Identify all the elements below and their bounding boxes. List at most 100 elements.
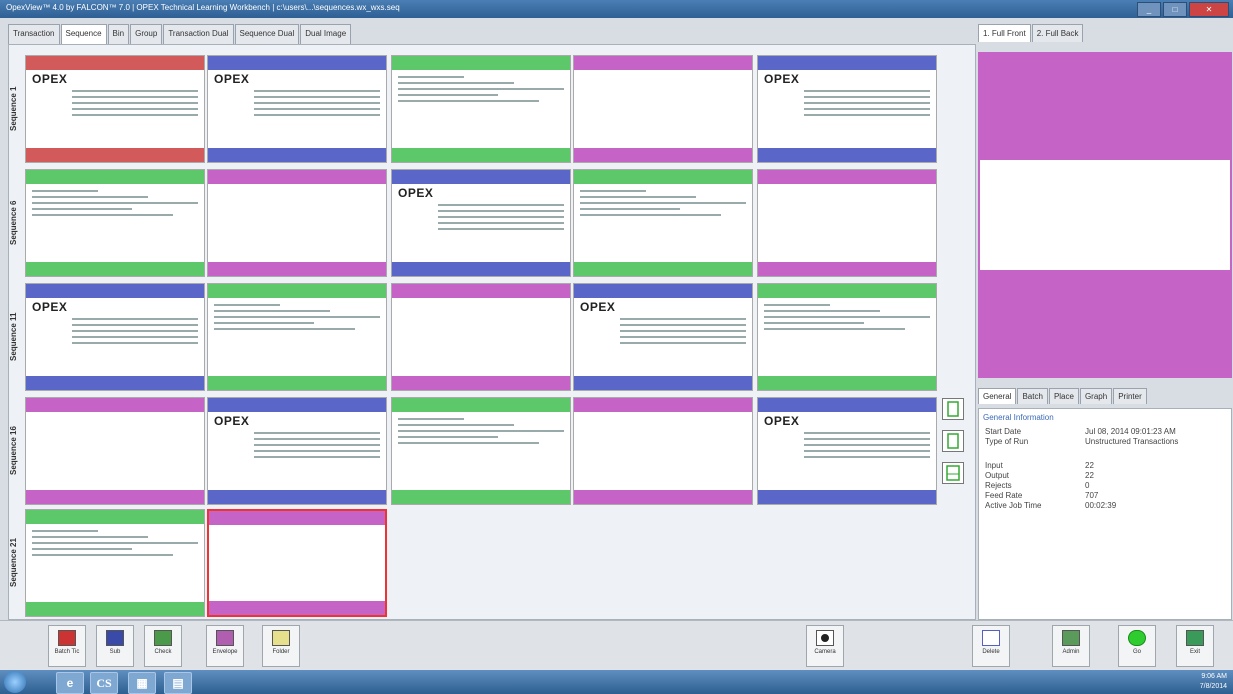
document-thumbnail[interactable] bbox=[207, 169, 387, 277]
category-band bbox=[26, 262, 204, 276]
document-thumbnail[interactable]: OPEX bbox=[207, 55, 387, 163]
category-band bbox=[208, 376, 386, 390]
check-lines bbox=[764, 304, 930, 330]
tab-group[interactable]: Group bbox=[130, 24, 163, 44]
tab-full-back[interactable]: 2. Full Back bbox=[1031, 24, 1084, 42]
document-thumbnail[interactable]: OPEX bbox=[757, 397, 937, 505]
check-button[interactable]: Check bbox=[144, 625, 182, 667]
document-image: OPEX bbox=[32, 72, 198, 146]
envelope-button[interactable]: Envelope bbox=[206, 625, 244, 667]
maximize-button[interactable]: □ bbox=[1163, 2, 1187, 17]
document-image: OPEX bbox=[214, 72, 380, 146]
sub-button[interactable]: Sub bbox=[96, 625, 134, 667]
tab-graph[interactable]: Graph bbox=[1079, 388, 1113, 404]
document-thumbnail[interactable] bbox=[757, 169, 937, 277]
document-thumbnail[interactable]: OPEX bbox=[25, 55, 205, 163]
category-band bbox=[758, 56, 936, 70]
tab-sequence[interactable]: Sequence bbox=[60, 24, 107, 44]
tab-full-front[interactable]: 1. Full Front bbox=[978, 24, 1031, 42]
close-button[interactable]: ✕ bbox=[1189, 2, 1229, 17]
tab-printer[interactable]: Printer bbox=[1113, 388, 1147, 404]
document-thumbnail[interactable] bbox=[207, 283, 387, 391]
general-info-panel: General Information Start Date Jul 08, 2… bbox=[978, 408, 1232, 620]
document-thumbnail[interactable]: OPEX bbox=[573, 283, 753, 391]
document-thumbnail[interactable] bbox=[573, 169, 753, 277]
document-thumbnail[interactable]: OPEX bbox=[207, 397, 387, 505]
document-thumbnail[interactable]: OPEX bbox=[25, 283, 205, 391]
page-icon bbox=[947, 401, 959, 417]
batch-ticket-button[interactable]: Batch Tic bbox=[48, 625, 86, 667]
check-icon bbox=[154, 630, 172, 646]
opex-logo: OPEX bbox=[580, 300, 616, 314]
page-split-tool[interactable] bbox=[942, 462, 964, 484]
document-image bbox=[764, 300, 930, 374]
text-lines bbox=[804, 432, 930, 458]
opex-logo: OPEX bbox=[32, 300, 68, 314]
button-label: Check bbox=[154, 649, 172, 655]
tab-dual-image[interactable]: Dual Image bbox=[300, 24, 352, 44]
document-thumbnail[interactable] bbox=[391, 397, 571, 505]
category-band bbox=[392, 284, 570, 298]
document-thumbnail[interactable] bbox=[573, 55, 753, 163]
document-image bbox=[32, 526, 198, 600]
text-lines bbox=[804, 90, 930, 116]
tab-batch[interactable]: Batch bbox=[1017, 388, 1048, 404]
clock-date: 7/8/2014 bbox=[1199, 683, 1227, 690]
document-image bbox=[32, 414, 198, 488]
camera-button[interactable]: Camera bbox=[806, 625, 844, 667]
document-thumbnail[interactable] bbox=[757, 283, 937, 391]
exit-button[interactable]: Exit bbox=[1176, 625, 1214, 667]
category-band bbox=[26, 490, 204, 504]
taskbar-app-explorer[interactable]: ▦ bbox=[128, 672, 156, 694]
check-lines bbox=[32, 190, 198, 216]
category-band bbox=[574, 490, 752, 504]
document-thumbnail[interactable] bbox=[25, 169, 205, 277]
text-lines bbox=[72, 318, 198, 344]
sequence-grid: Sequence 1 Sequence 6 Sequence 11 Sequence … bbox=[8, 44, 976, 620]
document-thumbnail[interactable] bbox=[25, 397, 205, 505]
document-image bbox=[764, 186, 930, 260]
info-label: Rejects bbox=[985, 481, 1012, 490]
go-button[interactable]: Go bbox=[1118, 625, 1156, 667]
document-image: OPEX bbox=[764, 414, 930, 488]
delete-button[interactable]: Delete bbox=[972, 625, 1010, 667]
tab-sequence-dual[interactable]: Sequence Dual bbox=[234, 24, 300, 44]
info-value: Unstructured Transactions bbox=[1085, 437, 1179, 446]
document-thumbnail[interactable] bbox=[391, 283, 571, 391]
start-button[interactable] bbox=[4, 671, 26, 693]
category-band bbox=[574, 284, 752, 298]
category-band bbox=[574, 148, 752, 162]
admin-button[interactable]: Admin bbox=[1052, 625, 1090, 667]
document-thumbnail[interactable] bbox=[391, 55, 571, 163]
tab-transaction-dual[interactable]: Transaction Dual bbox=[163, 24, 234, 44]
document-thumbnail[interactable]: OPEX bbox=[757, 55, 937, 163]
category-band bbox=[758, 262, 936, 276]
document-thumbnail[interactable] bbox=[207, 509, 387, 617]
folder-button[interactable]: Folder bbox=[262, 625, 300, 667]
image-preview bbox=[978, 52, 1232, 378]
category-band bbox=[392, 262, 570, 276]
page-back-tool[interactable] bbox=[942, 430, 964, 452]
tab-transaction[interactable]: Transaction bbox=[8, 24, 60, 44]
category-band bbox=[26, 398, 204, 412]
category-band bbox=[758, 148, 936, 162]
tab-general[interactable]: General bbox=[978, 388, 1017, 404]
tab-place[interactable]: Place bbox=[1048, 388, 1079, 404]
category-band bbox=[208, 490, 386, 504]
category-band bbox=[758, 398, 936, 412]
document-image bbox=[32, 186, 198, 260]
category-band bbox=[758, 284, 936, 298]
document-image: OPEX bbox=[214, 414, 380, 488]
tab-bin[interactable]: Bin bbox=[107, 24, 130, 44]
system-clock[interactable]: 9:06 AM 7/8/2014 bbox=[1200, 672, 1227, 692]
check-lines bbox=[398, 418, 564, 444]
document-thumbnail[interactable] bbox=[25, 509, 205, 617]
taskbar-app-cs[interactable]: CS bbox=[90, 672, 118, 694]
document-image bbox=[580, 72, 746, 146]
document-thumbnail[interactable] bbox=[573, 397, 753, 505]
document-thumbnail[interactable]: OPEX bbox=[391, 169, 571, 277]
taskbar-app-ie[interactable]: e bbox=[56, 672, 84, 694]
minimize-button[interactable]: _ bbox=[1137, 2, 1161, 17]
page-front-tool[interactable] bbox=[942, 398, 964, 420]
taskbar-app-opex[interactable]: ▤ bbox=[164, 672, 192, 694]
